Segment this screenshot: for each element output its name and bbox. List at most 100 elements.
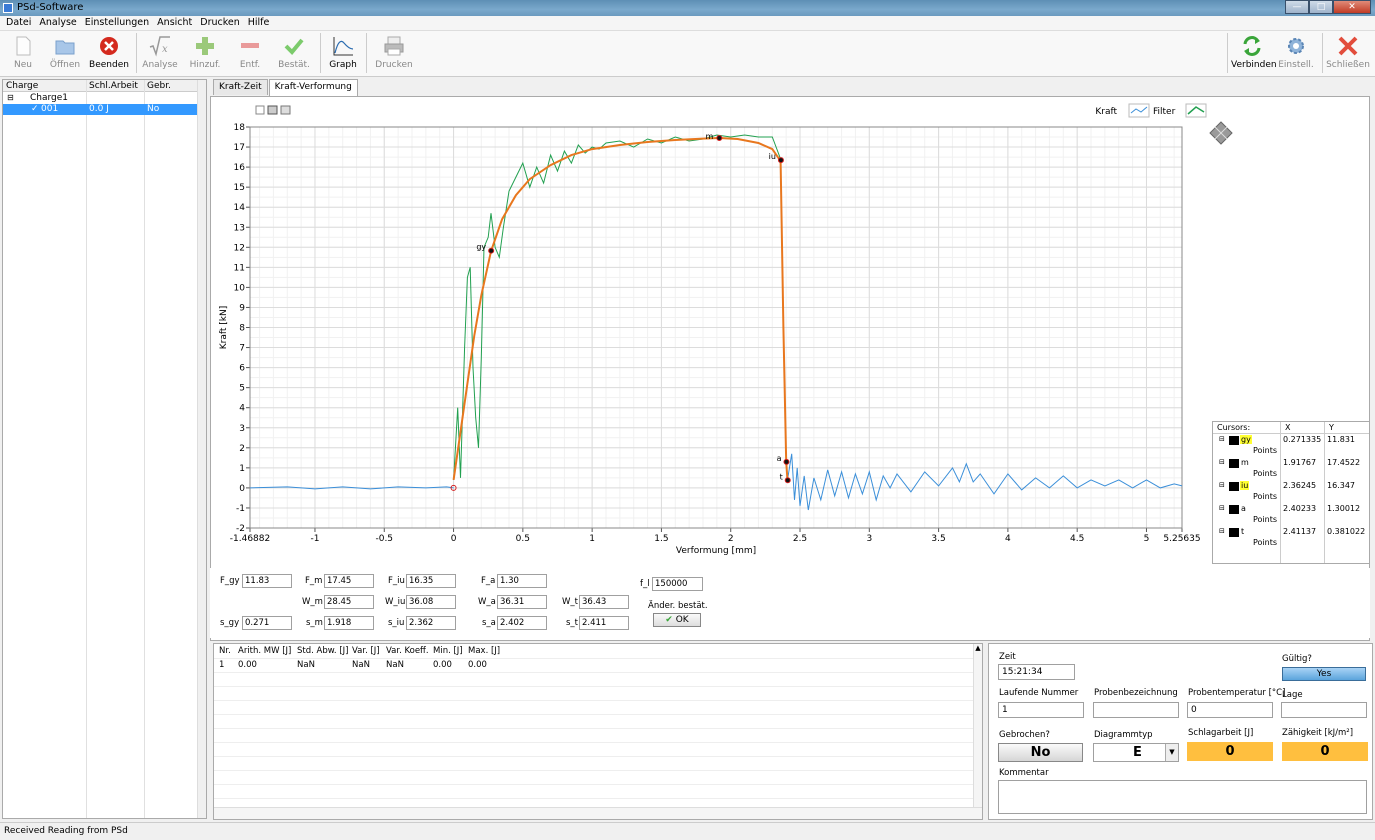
force-deformation-chart[interactable]: -1.46882 -1 -0.5 0 0.5 1 1.5 2 2.5 3 3.5 4 4.5 5 5.256…: [211, 97, 1369, 640]
lage-field[interactable]: [1281, 702, 1367, 718]
beenden-button[interactable]: Beenden: [88, 33, 130, 75]
field-F_gy[interactable]: 11.83: [242, 574, 292, 588]
field-f_l[interactable]: 150000: [652, 577, 703, 591]
probenbez-field[interactable]: [1093, 702, 1179, 718]
x-tick-label: 4: [1005, 534, 1011, 544]
stats-col-std[interactable]: Std. Abw. [J]: [297, 646, 348, 656]
zeit-field[interactable]: 15:21:34: [998, 664, 1075, 680]
cursor-row-m[interactable]: ⊟ m Points 1.91767 17.4522: [1213, 458, 1369, 481]
cursor-row-iu[interactable]: ⊟ iu Points 2.36245 16.347: [1213, 481, 1369, 504]
ok-check-icon: ✔: [665, 615, 673, 625]
field-s_iu[interactable]: 2.362: [406, 616, 456, 630]
stats-col-varkoeff[interactable]: Var. Koeff.: [386, 646, 429, 656]
field-W_t[interactable]: 36.43: [579, 595, 629, 609]
chevron-down-icon[interactable]: ▼: [1165, 744, 1178, 761]
cursor-tool-icon[interactable]: [255, 105, 265, 115]
new-document-icon: [16, 36, 31, 56]
y-tick-label: 12: [234, 243, 245, 253]
stats-col-min[interactable]: Min. [J]: [433, 646, 463, 656]
ok-button[interactable]: ✔ OK: [653, 613, 701, 627]
neu-label: Neu: [14, 60, 32, 70]
cursor-row-a[interactable]: ⊟ a Points 2.40233 1.30012: [1213, 504, 1369, 527]
cursor-row-t[interactable]: ⊟ t Points 2.41137 0.381022: [1213, 527, 1369, 550]
gebrochen-button[interactable]: No: [998, 743, 1083, 762]
stats-vscrollbar[interactable]: ▲: [973, 644, 982, 807]
oeffnen-button[interactable]: Öffnen: [46, 33, 84, 75]
maximize-button[interactable]: □: [1309, 0, 1333, 14]
cursor-expand-icon[interactable]: ⊟: [1219, 481, 1225, 489]
cursor-expand-icon[interactable]: ⊟: [1219, 435, 1225, 443]
cursor-sub: Points: [1253, 538, 1278, 547]
neu-button[interactable]: Neu: [4, 33, 42, 75]
app-icon: [3, 3, 13, 13]
menu-datei[interactable]: Datei: [2, 16, 35, 30]
svg-text:x: x: [162, 44, 168, 55]
cursor-expand-icon[interactable]: ⊟: [1219, 527, 1225, 535]
einstell-button[interactable]: Einstell.: [1278, 33, 1314, 75]
zoom-tool-icon[interactable]: [267, 105, 278, 115]
field-W_iu[interactable]: 36.08: [406, 595, 456, 609]
gueltig-toggle[interactable]: Yes: [1282, 667, 1366, 681]
header-charge[interactable]: Charge: [6, 81, 38, 91]
field-F_iu[interactable]: 16.35: [406, 574, 456, 588]
schliessen-button[interactable]: Schließen: [1326, 33, 1370, 75]
diagrammtyp-label: Diagrammtyp: [1094, 730, 1153, 740]
menu-ansicht[interactable]: Ansicht: [153, 16, 196, 30]
cursor-expand-icon[interactable]: ⊟: [1219, 458, 1225, 466]
row-gebr: No: [147, 104, 160, 114]
lfd-field[interactable]: 1: [998, 702, 1084, 718]
header-gebr[interactable]: Gebr.: [147, 81, 171, 91]
menu-analyse[interactable]: Analyse: [35, 16, 80, 30]
field-W_a[interactable]: 36.31: [497, 595, 547, 609]
pan-tool-icon[interactable]: [280, 105, 291, 115]
stats-col-mw[interactable]: Arith. MW [J]: [238, 646, 291, 656]
stats-col-max[interactable]: Max. [J]: [468, 646, 500, 656]
field-s_m[interactable]: 1.918: [324, 616, 374, 630]
cursor-row-gy[interactable]: ⊟ gy Points 0.271335 11.831: [1213, 435, 1369, 458]
header-schlarbeit[interactable]: Schl.Arbeit: [89, 81, 138, 91]
graph-button[interactable]: Graph: [326, 33, 360, 75]
tree-group-charge1[interactable]: ⊟ Charge1: [3, 93, 199, 104]
stats-col-var[interactable]: Var. [J]: [352, 646, 380, 656]
cursor-marker-gy[interactable]: [488, 247, 495, 254]
cursor-marker-m[interactable]: [716, 134, 723, 141]
field-s_t[interactable]: 2.411: [579, 616, 629, 630]
stats-col-nr[interactable]: Nr.: [219, 646, 231, 656]
field-F_m[interactable]: 17.45: [324, 574, 374, 588]
kommentar-field[interactable]: [998, 780, 1367, 814]
stats-hscrollbar[interactable]: [214, 807, 982, 819]
tab-kraft-verformung[interactable]: Kraft-Verformung: [268, 79, 358, 97]
menu-hilfe[interactable]: Hilfe: [244, 16, 274, 30]
field-s_gy[interactable]: 0.271: [242, 616, 292, 630]
minimize-button[interactable]: —: [1285, 0, 1309, 14]
hinzuf-button[interactable]: Hinzuf.: [188, 33, 222, 75]
cursor-marker-a[interactable]: [783, 458, 790, 465]
x-tick-label: 5: [1144, 534, 1150, 544]
close-window-button[interactable]: ✕: [1333, 0, 1371, 14]
entf-button[interactable]: Entf.: [234, 33, 266, 75]
series-line-1: [787, 453, 1183, 511]
drucken-button[interactable]: Drucken: [374, 33, 414, 75]
cursor-marker-iu[interactable]: [777, 157, 784, 164]
tab-kraft-zeit[interactable]: Kraft-Zeit: [213, 79, 268, 95]
field-s_a[interactable]: 2.402: [497, 616, 547, 630]
cursor-x: 0.271335: [1283, 435, 1322, 444]
verbinden-button[interactable]: Verbinden: [1231, 33, 1277, 75]
field-F_a[interactable]: 1.30: [497, 574, 547, 588]
cursor-marker-t[interactable]: [784, 477, 791, 484]
field-W_m[interactable]: 28.45: [324, 595, 374, 609]
analyse-button[interactable]: x Analyse: [142, 33, 178, 75]
expand-icon[interactable]: ⊟: [7, 93, 14, 102]
menu-einstellungen[interactable]: Einstellungen: [81, 16, 153, 30]
probentemp-field[interactable]: 0: [1187, 702, 1273, 718]
gebrochen-label: Gebrochen?: [999, 730, 1050, 740]
y-tick-label: -1: [236, 504, 245, 514]
cursor-swatch: [1229, 505, 1239, 514]
diagrammtyp-select[interactable]: E ▼: [1093, 743, 1179, 762]
menu-drucken[interactable]: Drucken: [196, 16, 244, 30]
cursor-expand-icon[interactable]: ⊟: [1219, 504, 1225, 512]
tree-scrollbar[interactable]: [197, 80, 206, 818]
tree-row-001[interactable]: ✓ 001 0.0 J No: [3, 104, 199, 115]
bestaet-button[interactable]: Bestät.: [276, 33, 312, 75]
entf-label: Entf.: [239, 60, 261, 70]
